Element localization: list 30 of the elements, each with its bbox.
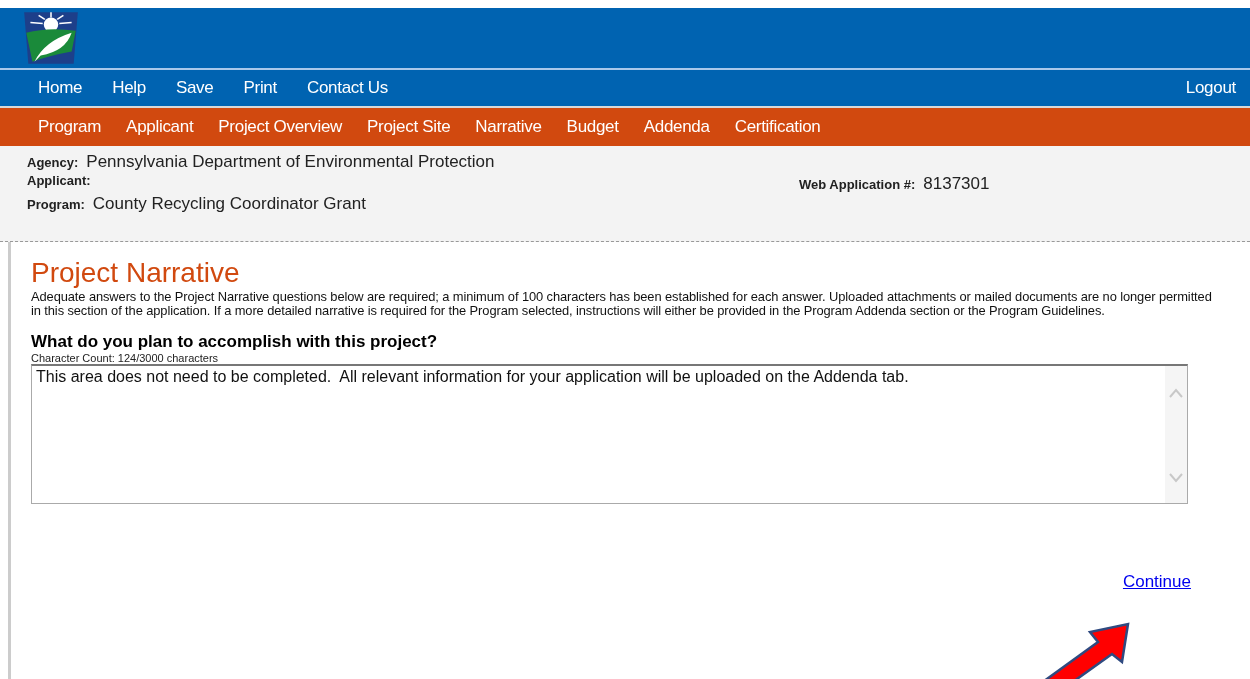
logout-link[interactable]: Logout <box>1185 78 1236 98</box>
nav-link[interactable]: Help <box>112 78 146 98</box>
nav-link[interactable]: Contact Us <box>306 78 389 98</box>
section-tab[interactable]: Addenda <box>643 117 710 137</box>
scroll-down-icon[interactable] <box>1169 473 1183 483</box>
character-count: Character Count: 124/3000 characters <box>31 352 220 364</box>
field-label: Web Application #: <box>799 177 916 192</box>
scroll-up-icon[interactable] <box>1169 388 1183 398</box>
nav-link[interactable]: Save <box>175 78 214 98</box>
answer-field[interactable]: This area does not need to be completed. All relevant information for your application will be uploaded on the Addenda tab. <box>31 364 1188 504</box>
section-tab[interactable]: Project Site <box>367 117 451 137</box>
continue-link[interactable]: Continue <box>1122 572 1191 592</box>
page-title: Project Narrative <box>31 258 241 288</box>
section-tab[interactable]: Program <box>38 117 102 137</box>
scrollbar[interactable] <box>1165 366 1187 503</box>
field-label: Program: <box>27 197 85 212</box>
nav-link[interactable]: Print <box>243 78 277 98</box>
field-value: County Recycling Coordinator Grant <box>92 194 366 214</box>
field-value: Pennsylvania Department of Environmental Protection <box>86 152 495 172</box>
section-tab[interactable]: Project Overview <box>218 117 342 137</box>
nav-link[interactable]: Home <box>38 78 83 98</box>
field-label: Applicant: <box>27 173 91 188</box>
intro-paragraph: Adequate answers to the Project Narrative questions below are required; a minimum of 100 characters has been established for each answer. Uploaded attachments or mailed documents are no longer permitted in this section of the application. If a more detailed narrative is required for the Program selected, instructions will either be provided in the Program Addenda section or the Program Guidelines. <box>31 290 1213 318</box>
section-tab[interactable]: Applicant <box>126 117 194 137</box>
section-tab[interactable]: Budget <box>566 117 619 137</box>
field-label: Agency: <box>27 155 79 170</box>
question-text: What do you plan to accomplish with this project? <box>31 332 439 352</box>
field-value: 8137301 <box>923 174 990 194</box>
section-tab[interactable]: Narrative <box>475 117 542 137</box>
section-tab[interactable]: Certification <box>734 117 821 137</box>
